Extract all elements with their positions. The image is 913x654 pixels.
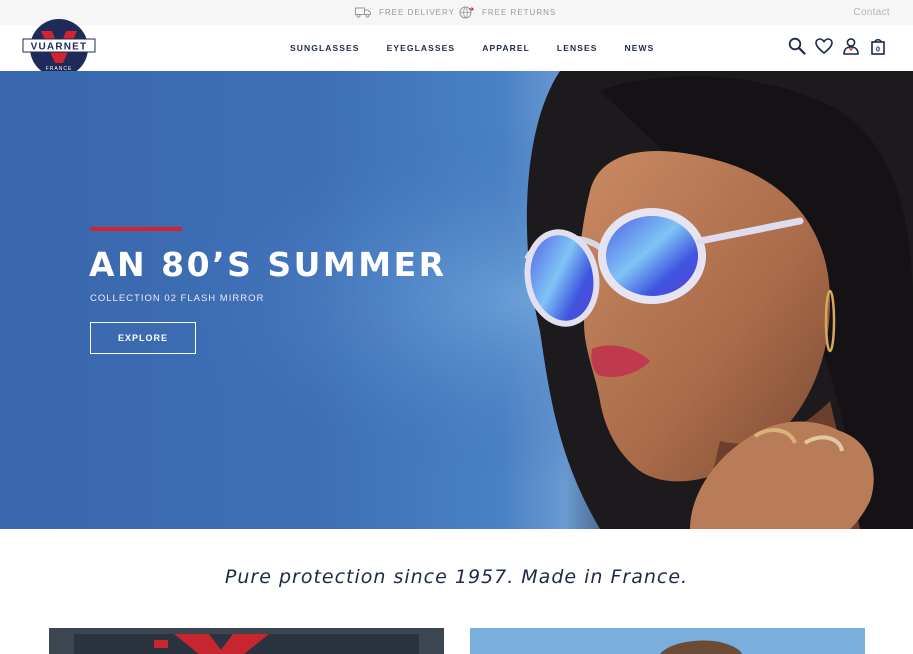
store-photo: [49, 628, 444, 654]
top-utility-bar: FREE DELIVERY FREE RETURNS Contact: [0, 0, 913, 25]
nav-item-eyeglasses[interactable]: EYEGLASSES: [387, 43, 456, 53]
nav-item-apparel[interactable]: APPAREL: [482, 43, 530, 53]
main-header: VUARNET FRANCE SUNGLASSES EYEGLASSES APP…: [0, 19, 913, 77]
search-icon[interactable]: [788, 37, 806, 55]
main-nav: SUNGLASSES EYEGLASSES APPAREL LENSES NEW…: [278, 25, 654, 71]
nav-item-sunglasses[interactable]: SUNGLASSES: [290, 43, 360, 53]
svg-text:VUARNET: VUARNET: [31, 42, 88, 53]
heart-icon[interactable]: [815, 37, 833, 55]
nav-item-news[interactable]: NEWS: [625, 43, 655, 53]
free-delivery-label: FREE DELIVERY: [379, 8, 455, 17]
globe-returns-icon: [459, 6, 474, 19]
hero-title: AN 80’S SUMMER: [89, 245, 447, 284]
nav-item-lenses[interactable]: LENSES: [557, 43, 598, 53]
brand-tagline: Pure protection since 1957. Made in Fran…: [224, 566, 689, 588]
user-icon[interactable]: [842, 37, 860, 55]
contact-link[interactable]: Contact: [853, 0, 890, 25]
header-icons: 0: [788, 37, 887, 55]
hero-subtitle: COLLECTION 02 FLASH MIRROR: [90, 293, 265, 304]
explore-button[interactable]: EXPLORE: [90, 322, 196, 354]
lifestyle-promo-tile[interactable]: [470, 628, 865, 654]
delivery-truck-icon: [355, 7, 371, 18]
free-delivery-promo: FREE DELIVERY: [355, 0, 455, 25]
free-returns-promo: FREE RETURNS: [459, 0, 556, 25]
store-promo-tile[interactable]: [49, 628, 444, 654]
hero-accent-line: [90, 227, 182, 231]
cart-count: 0: [876, 45, 880, 54]
hero-banner: AN 80’S SUMMER COLLECTION 02 FLASH MIRRO…: [0, 71, 913, 529]
cart-icon[interactable]: 0: [869, 37, 887, 55]
free-returns-label: FREE RETURNS: [482, 8, 557, 17]
vuarnet-logo[interactable]: VUARNET FRANCE: [22, 18, 96, 78]
lifestyle-photo: [470, 628, 865, 654]
